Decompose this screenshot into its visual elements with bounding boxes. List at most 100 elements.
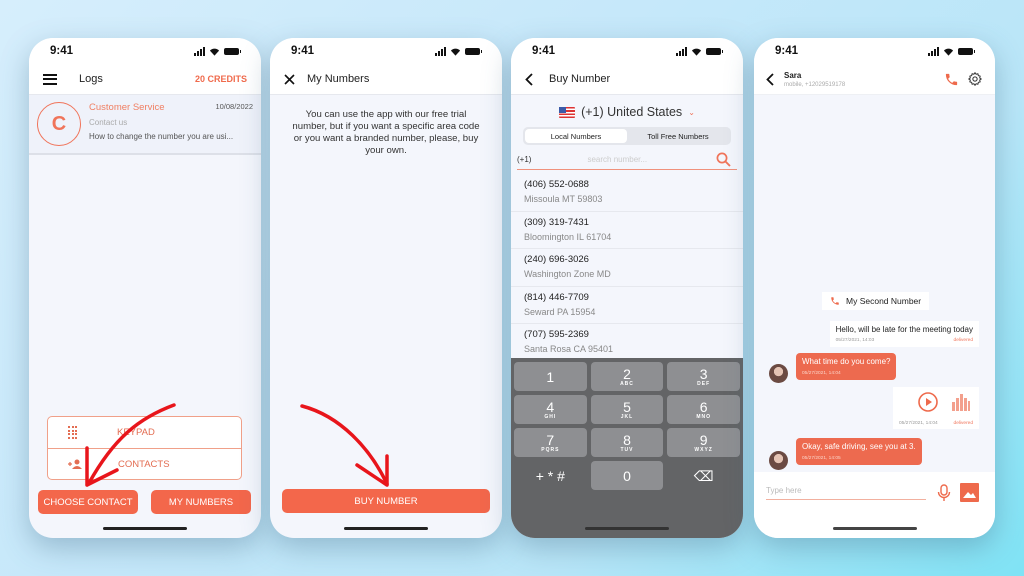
keypad-label: KEYPAD	[117, 427, 155, 438]
number-location: Missoula MT 59803	[524, 194, 603, 204]
keypad-key[interactable]: + * #	[514, 461, 587, 490]
tab-toll-free-numbers[interactable]: Toll Free Numbers	[627, 129, 729, 143]
chat-message-area: My Second Number Hello, will be late for…	[754, 95, 995, 472]
signal-icon	[435, 46, 446, 56]
choose-contact-button[interactable]: CHOOSE CONTACT	[38, 490, 138, 514]
keypad-key[interactable]: 1	[514, 362, 587, 391]
page-title: My Numbers	[307, 73, 370, 85]
incoming-message: Okay, safe driving, see you at 3. 05/27/…	[796, 438, 922, 465]
country-selector[interactable]: (+1) United States ⌄	[511, 95, 743, 127]
chevron-down-icon: ⌄	[688, 107, 695, 117]
keypad-key[interactable]: 8 TUV	[590, 428, 664, 457]
image-attach-icon[interactable]	[960, 483, 979, 502]
keypad-key[interactable]: 2 ABC	[590, 362, 664, 391]
keypad-key[interactable]: 0	[590, 461, 664, 490]
keypad-key[interactable]: 5 JKL	[590, 395, 664, 424]
key-digit: 0	[623, 467, 631, 484]
message-composer: Type here	[754, 472, 995, 538]
keypad-key[interactable]: 3 DEF	[667, 362, 740, 391]
number-list-item[interactable]: (240) 696-3026 Washington Zone MD	[511, 249, 743, 287]
number-list-item[interactable]: (814) 446-7709 Seward PA 15954	[511, 287, 743, 324]
wifi-icon	[450, 48, 461, 56]
phone-number: (814) 446-7709	[524, 291, 589, 303]
number-list-item[interactable]: (707) 595-2369 Santa Rosa CA 95401	[511, 324, 743, 362]
keypad-action[interactable]: KEYPAD	[48, 417, 241, 448]
settings-gear-icon[interactable]	[967, 71, 983, 87]
buy-number-button[interactable]: BUY NUMBER	[282, 489, 490, 513]
line-label-text: My Second Number	[846, 296, 922, 306]
contacts-action[interactable]: CONTACTS	[48, 448, 241, 479]
logs-navbar: Logs 20 CREDITS	[29, 64, 261, 95]
log-subtitle: Contact us	[89, 118, 128, 127]
message-time: 05/27/2021, 14:04	[899, 421, 938, 426]
key-digit: 3	[699, 365, 708, 382]
key-digit: 9	[699, 431, 708, 448]
key-digit: 5	[623, 398, 631, 415]
status-time: 9:41	[50, 45, 74, 57]
status-bar: 9:41	[270, 38, 502, 64]
battery-icon	[224, 47, 241, 55]
backspace-key[interactable]: ⌫	[667, 461, 740, 490]
microphone-icon[interactable]	[937, 484, 951, 502]
message-input[interactable]: Type here	[766, 482, 926, 500]
contact-avatar	[769, 364, 788, 383]
delivery-status: delivered	[953, 421, 973, 426]
play-icon[interactable]	[918, 392, 938, 412]
search-icon[interactable]	[716, 152, 731, 167]
credits-badge[interactable]: 20 CREDITS	[195, 74, 247, 84]
add-contact-icon	[68, 459, 82, 469]
key-digit: 6	[699, 398, 708, 415]
status-bar: 9:41	[29, 38, 261, 64]
country-label: (+1) United States	[581, 105, 683, 119]
key-letters: MNO	[696, 413, 711, 420]
key-digit: 1	[546, 368, 555, 385]
message-text: What time do you come?	[802, 357, 891, 366]
search-field[interactable]: (+1) search number...	[517, 150, 737, 170]
message-time: 05/27/2021, 14:03	[835, 338, 875, 343]
search-prefix: (+1)	[517, 155, 532, 164]
back-icon[interactable]	[525, 72, 533, 86]
menu-icon[interactable]	[43, 73, 57, 85]
back-icon[interactable]	[766, 72, 774, 86]
page-title: Logs	[79, 73, 103, 85]
outgoing-message: Hello, will be late for the meeting toda…	[829, 321, 979, 347]
keypad-icon	[68, 426, 77, 439]
buy-number-navbar: Buy Number	[511, 64, 743, 95]
key-letters: GHI	[544, 413, 557, 420]
search-input[interactable]: search number...	[587, 155, 716, 164]
status-bar: 9:41	[511, 38, 743, 64]
number-location: Bloomington IL 61704	[524, 231, 612, 242]
key-letters: PQRS	[541, 446, 560, 453]
battery-icon	[706, 47, 723, 55]
number-list-item[interactable]: (406) 552-0688 Missoula MT 59803	[511, 174, 743, 212]
battery-icon	[465, 47, 482, 55]
wifi-icon	[209, 48, 220, 56]
my-numbers-navbar: My Numbers	[270, 64, 502, 95]
keypad-key[interactable]: 9 WXYZ	[667, 428, 740, 457]
key-letters: TUV	[620, 446, 634, 453]
home-indicator	[103, 527, 187, 530]
number-location: Santa Rosa CA 95401	[524, 344, 614, 354]
message-time: 05/27/2021, 14:04	[802, 371, 841, 376]
home-indicator	[832, 527, 917, 530]
keypad-key[interactable]: 6 MNO	[667, 395, 740, 424]
home-indicator	[585, 527, 669, 530]
us-flag-icon	[559, 106, 576, 118]
wifi-icon	[691, 48, 702, 56]
contact-name: Sara	[784, 70, 802, 80]
signal-icon	[676, 46, 687, 56]
phone-call-icon[interactable]	[944, 72, 959, 87]
tab-local-numbers[interactable]: Local Numbers	[525, 129, 627, 143]
keypad-key[interactable]: 7 PQRS	[514, 428, 587, 457]
log-list-item[interactable]: C Customer Service 10/08/2022 Contact us…	[29, 95, 261, 155]
keypad-key[interactable]: 4 GHI	[514, 395, 587, 424]
outgoing-audio-message: 05/27/2021, 14:04 delivered	[893, 387, 979, 429]
my-numbers-button[interactable]: MY NUMBERS	[151, 490, 251, 514]
key-digit: 2	[623, 365, 631, 382]
key-letters: WXYZ	[694, 446, 713, 453]
phone-number: (240) 696-3026	[524, 254, 589, 265]
home-indicator	[344, 527, 428, 530]
number-list-item[interactable]: (309) 319-7431 Bloomington IL 61704	[511, 212, 743, 249]
close-icon[interactable]	[284, 73, 295, 85]
signal-icon	[928, 46, 939, 56]
